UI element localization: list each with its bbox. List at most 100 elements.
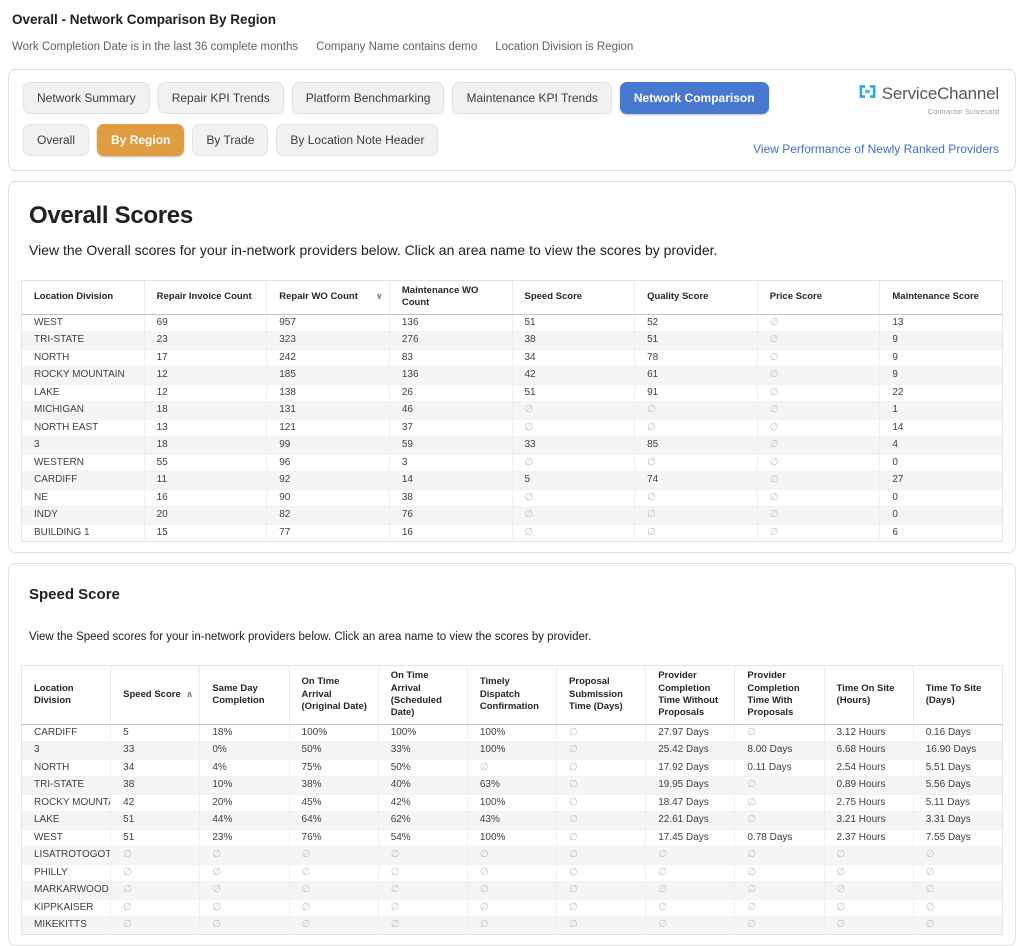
area-name-cell[interactable]: LAKE xyxy=(22,812,111,830)
value-cell: ∅ xyxy=(735,812,824,830)
column-header[interactable]: Repair Invoice Count xyxy=(144,281,267,315)
value-cell: 26 xyxy=(389,384,512,402)
table-row: CARDIFF518%100%100%100%∅27.97 Days∅3.12 … xyxy=(22,724,1003,742)
value-cell: 100% xyxy=(467,742,556,760)
value-cell: 51 xyxy=(512,314,635,332)
value-cell: ∅ xyxy=(200,917,289,935)
area-name-cell[interactable]: WEST xyxy=(22,314,145,332)
tab-by-region[interactable]: By Region xyxy=(97,124,184,156)
newly-ranked-providers-link[interactable]: View Performance of Newly Ranked Provide… xyxy=(753,142,999,156)
value-cell: 16 xyxy=(144,489,267,507)
area-name-cell[interactable]: WEST xyxy=(22,829,111,847)
column-header[interactable]: Repair WO Count∨ xyxy=(267,281,390,315)
tab-platform-benchmarking[interactable]: Platform Benchmarking xyxy=(292,82,445,114)
column-header[interactable]: On Time Arrival (Scheduled Date) xyxy=(378,666,467,724)
column-header[interactable]: Location Division xyxy=(22,666,111,724)
area-name-cell[interactable]: INDY xyxy=(22,507,145,525)
page-header: Overall - Network Comparison By Region W… xyxy=(0,0,1024,53)
area-name-cell[interactable]: 3 xyxy=(22,742,111,760)
tab-by-location-note-header[interactable]: By Location Note Header xyxy=(276,124,438,156)
value-cell: 100% xyxy=(467,724,556,742)
value-cell: ∅ xyxy=(557,917,646,935)
table-row: MARKARWOOD∅∅∅∅∅∅∅∅∅∅ xyxy=(22,882,1003,900)
filter-company-name[interactable]: Company Name contains demo xyxy=(316,41,477,53)
tab-network-summary[interactable]: Network Summary xyxy=(23,82,150,114)
area-name-cell[interactable]: CARDIFF xyxy=(22,472,145,490)
value-cell: ∅ xyxy=(512,402,635,420)
area-name-cell[interactable]: WESTERN xyxy=(22,454,145,472)
secondary-tabs: OverallBy RegionBy TradeBy Location Note… xyxy=(23,124,438,156)
column-header[interactable]: Speed Score∧ xyxy=(111,666,200,724)
table-row: NORTH EAST1312137∅∅∅14 xyxy=(22,419,1003,437)
value-cell: ∅ xyxy=(757,454,880,472)
column-header[interactable]: On Time Arrival (Original Date) xyxy=(289,666,378,724)
area-name-cell[interactable]: ROCKY MOUNTAIN xyxy=(22,794,111,812)
area-name-cell[interactable]: MARKARWOOD xyxy=(22,882,111,900)
area-name-cell[interactable]: MICHIGAN xyxy=(22,402,145,420)
value-cell: ∅ xyxy=(757,384,880,402)
area-name-cell[interactable]: NE xyxy=(22,489,145,507)
filter-location-division[interactable]: Location Division is Region xyxy=(495,41,633,53)
value-cell: ∅ xyxy=(646,899,735,917)
area-name-cell[interactable]: NORTH xyxy=(22,759,111,777)
column-header[interactable]: Maintenance Score xyxy=(880,281,1003,315)
column-header[interactable]: Price Score xyxy=(757,281,880,315)
area-name-cell[interactable]: CARDIFF xyxy=(22,724,111,742)
value-cell: 4% xyxy=(200,759,289,777)
area-name-cell[interactable]: 3 xyxy=(22,437,145,455)
value-cell: ∅ xyxy=(200,882,289,900)
column-header[interactable]: Same Day Completion xyxy=(200,666,289,724)
sort-asc-icon: ∧ xyxy=(186,689,193,701)
tab-overall[interactable]: Overall xyxy=(23,124,89,156)
column-header[interactable]: Location Division xyxy=(22,281,145,315)
table-row: 3330%50%33%100%∅25.42 Days8.00 Days6.68 … xyxy=(22,742,1003,760)
column-header[interactable]: Timely Dispatch Confirmation xyxy=(467,666,556,724)
value-cell: 52 xyxy=(635,314,758,332)
value-cell: ∅ xyxy=(289,847,378,865)
area-name-cell[interactable]: TRI-STATE xyxy=(22,777,111,795)
area-name-cell[interactable]: MIKEKITTS xyxy=(22,917,111,935)
tab-maintenance-kpi-trends[interactable]: Maintenance KPI Trends xyxy=(452,82,611,114)
table-row: 31899593385∅4 xyxy=(22,437,1003,455)
column-header[interactable]: Provider Completion Time Without Proposa… xyxy=(646,666,735,724)
area-name-cell[interactable]: KIPPKAISER xyxy=(22,899,111,917)
value-cell: 33 xyxy=(512,437,635,455)
column-header[interactable]: Proposal Submission Time (Days) xyxy=(557,666,646,724)
value-cell: 18 xyxy=(144,402,267,420)
area-name-cell[interactable]: BUILDING 1 xyxy=(22,524,145,542)
area-name-cell[interactable]: NORTH xyxy=(22,349,145,367)
value-cell: ∅ xyxy=(757,332,880,350)
navigation-card: Network SummaryRepair KPI TrendsPlatform… xyxy=(8,69,1016,171)
column-header[interactable]: Time On Site (Hours) xyxy=(824,666,913,724)
area-name-cell[interactable]: ROCKY MOUNTAIN xyxy=(22,367,145,385)
area-name-cell[interactable]: NORTH EAST xyxy=(22,419,145,437)
column-header[interactable]: Speed Score xyxy=(512,281,635,315)
value-cell: ∅ xyxy=(289,864,378,882)
tab-by-trade[interactable]: By Trade xyxy=(192,124,268,156)
area-name-cell[interactable]: LAKE xyxy=(22,384,145,402)
value-cell: ∅ xyxy=(646,864,735,882)
value-cell: ∅ xyxy=(646,847,735,865)
value-cell: 38% xyxy=(289,777,378,795)
column-header[interactable]: Provider Completion Time With Proposals xyxy=(735,666,824,724)
area-name-cell[interactable]: PHILLY xyxy=(22,864,111,882)
value-cell: ∅ xyxy=(824,899,913,917)
area-name-cell[interactable]: TRI-STATE xyxy=(22,332,145,350)
area-name-cell[interactable]: LISATROTOGOT xyxy=(22,847,111,865)
value-cell: ∅ xyxy=(557,882,646,900)
value-cell: 276 xyxy=(389,332,512,350)
value-cell: 27.97 Days xyxy=(646,724,735,742)
tab-repair-kpi-trends[interactable]: Repair KPI Trends xyxy=(158,82,284,114)
tab-network-comparison[interactable]: Network Comparison xyxy=(620,82,769,114)
table-row: PHILLY∅∅∅∅∅∅∅∅∅∅ xyxy=(22,864,1003,882)
filter-work-completion-date[interactable]: Work Completion Date is in the last 36 c… xyxy=(12,41,298,53)
column-header[interactable]: Quality Score xyxy=(635,281,758,315)
value-cell: ∅ xyxy=(111,864,200,882)
column-header[interactable]: Maintenance WO Count xyxy=(389,281,512,315)
value-cell: 9 xyxy=(880,349,1003,367)
value-cell: 0.11 Days xyxy=(735,759,824,777)
column-header[interactable]: Time To Site (Days) xyxy=(913,666,1002,724)
value-cell: ∅ xyxy=(557,742,646,760)
value-cell: 16 xyxy=(389,524,512,542)
value-cell: ∅ xyxy=(557,777,646,795)
